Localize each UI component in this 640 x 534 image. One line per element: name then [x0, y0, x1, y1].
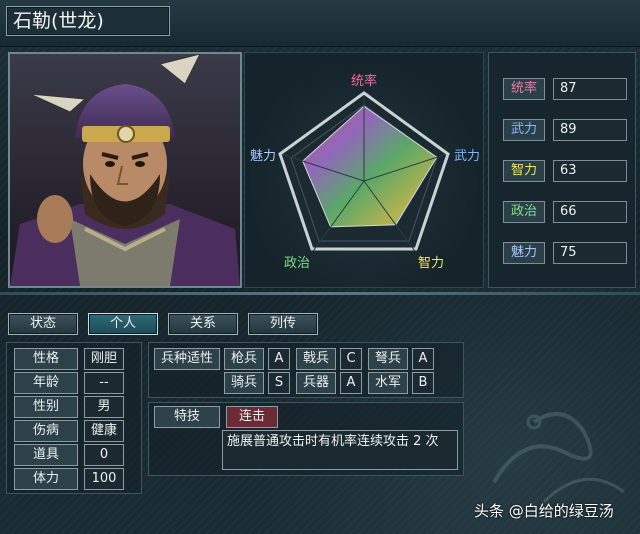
stat-label: 魅力: [503, 242, 545, 264]
aptitude-label: 兵种适性: [154, 348, 220, 370]
radar-label-zhengzhi: 政治: [284, 256, 310, 271]
officer-name: 石勒(世龙): [6, 6, 170, 36]
stat-value: 87: [553, 78, 627, 100]
info-value-stamina: 100: [84, 468, 124, 490]
info-label-gender: 性别: [14, 396, 78, 418]
radar-label-wuli: 武力: [454, 149, 480, 164]
aptitude-name: 枪兵: [224, 348, 264, 370]
stat-value: 89: [553, 119, 627, 141]
info-label-age: 年龄: [14, 372, 78, 394]
info-value-age: --: [84, 372, 124, 394]
decorative-swirl: [492, 412, 625, 504]
info-label-personality: 性格: [14, 348, 78, 370]
stats-panel: 统率 87 武力 89 智力 63 政治 66 魅力 75: [488, 52, 636, 288]
skill-name[interactable]: 连击: [226, 406, 278, 428]
skill-label: 特技: [154, 406, 220, 428]
aptitude-grade: A: [412, 348, 434, 370]
info-value-items: 0: [84, 444, 124, 466]
radar-label-meili: 魅力: [250, 149, 276, 164]
radar-label-zhili: 智力: [418, 256, 444, 271]
info-value-personality: 刚胆: [84, 348, 124, 370]
stat-value: 75: [553, 242, 627, 264]
aptitude-name: 弩兵: [368, 348, 408, 370]
info-value-gender: 男: [84, 396, 124, 418]
tab-personal[interactable]: 个人: [88, 313, 158, 335]
aptitude-name: 水军: [368, 372, 408, 394]
aptitude-grade: A: [340, 372, 362, 394]
aptitude-name: 兵器: [296, 372, 336, 394]
tab-biography[interactable]: 列传: [248, 313, 318, 335]
info-value-injury: 健康: [84, 420, 124, 442]
aptitude-name: 戟兵: [296, 348, 336, 370]
stat-label: 统率: [503, 78, 545, 100]
stat-label: 武力: [503, 119, 545, 141]
info-label-items: 道具: [14, 444, 78, 466]
officer-portrait: [8, 52, 242, 288]
tab-relations[interactable]: 关系: [168, 313, 238, 335]
stat-label: 智力: [503, 160, 545, 182]
stat-value: 63: [553, 160, 627, 182]
radar-label-tongshuai: 统率: [351, 73, 377, 89]
aptitude-grade: B: [412, 372, 434, 394]
attribute-radar: 统率 武力 智力 政治 魅力: [244, 52, 484, 288]
aptitude-grade: C: [340, 348, 362, 370]
info-label-injury: 伤病: [14, 420, 78, 442]
section-divider: [0, 292, 640, 295]
tab-status[interactable]: 状态: [8, 313, 78, 335]
stat-value: 66: [553, 201, 627, 223]
aptitude-grade: A: [268, 348, 290, 370]
aptitude-name: 骑兵: [224, 372, 264, 394]
watermark: 头条 @白给的绿豆汤: [474, 502, 614, 520]
stat-label: 政治: [503, 201, 545, 223]
info-label-stamina: 体力: [14, 468, 78, 490]
skill-description: 施展普通攻击时有机率连续攻击 2 次: [222, 430, 458, 470]
aptitude-grade: S: [268, 372, 290, 394]
